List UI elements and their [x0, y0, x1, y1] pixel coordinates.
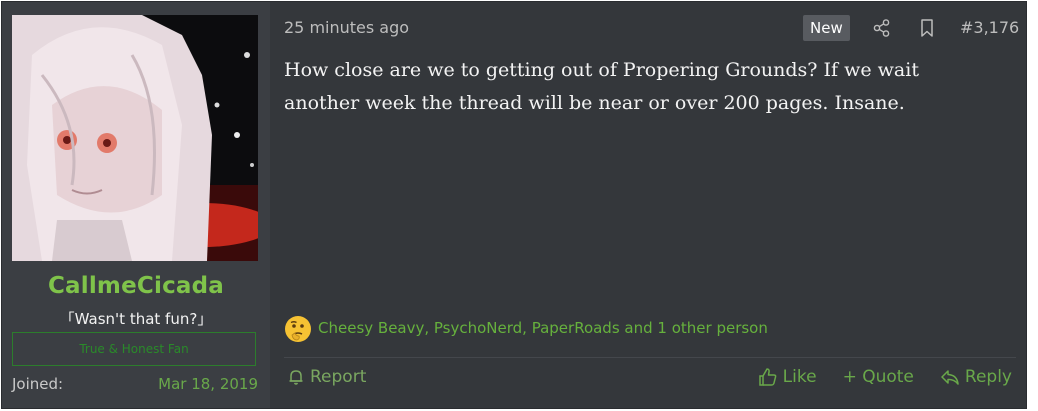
- thinking-emoji-icon: [285, 316, 311, 342]
- post-number[interactable]: #3,176: [960, 18, 1019, 37]
- reaction-users[interactable]: Cheesy Beavy, PsychoNerd, PaperRoads and…: [318, 319, 768, 337]
- bell-icon: [289, 370, 303, 385]
- avatar-image: [12, 15, 258, 261]
- username[interactable]: CallmeCicada: [2, 273, 270, 299]
- post-main: 25 minutes ago New #3,176 How close are …: [270, 2, 1026, 408]
- report-label: Report: [310, 367, 367, 387]
- like-label: Like: [782, 367, 817, 387]
- user-banner: True & Honest Fan: [12, 332, 256, 366]
- post-message: How close are we to getting out of Prope…: [284, 59, 919, 114]
- joined-label: Joined:: [12, 375, 64, 393]
- reply-button[interactable]: Reply: [940, 367, 1012, 387]
- reply-label: Reply: [964, 367, 1012, 387]
- bookmark-icon[interactable]: [917, 18, 937, 38]
- report-button[interactable]: Report: [286, 367, 366, 387]
- new-badge: New: [803, 15, 850, 41]
- thumbs-up-icon: [758, 368, 776, 386]
- quote-label: + Quote: [842, 367, 914, 387]
- reply-arrow-icon: [941, 370, 959, 385]
- post-footer-divider: [284, 357, 1016, 358]
- forum-post: CallmeCicada 「Wasn't that fun?」 True & H…: [1, 1, 1027, 409]
- post-actions: Like + Quote Reply: [758, 367, 1012, 387]
- like-button[interactable]: Like: [758, 367, 817, 387]
- joined-date: Mar 18, 2019: [158, 375, 258, 393]
- user-title: 「Wasn't that fun?」: [59, 310, 213, 328]
- joined-row: Joined: Mar 18, 2019: [12, 375, 258, 397]
- user-info-panel: CallmeCicada 「Wasn't that fun?」 True & H…: [2, 2, 270, 408]
- quote-button[interactable]: + Quote: [843, 367, 914, 387]
- post-timestamp[interactable]: 25 minutes ago: [284, 18, 409, 37]
- share-icon[interactable]: [872, 18, 892, 38]
- avatar[interactable]: [12, 15, 258, 261]
